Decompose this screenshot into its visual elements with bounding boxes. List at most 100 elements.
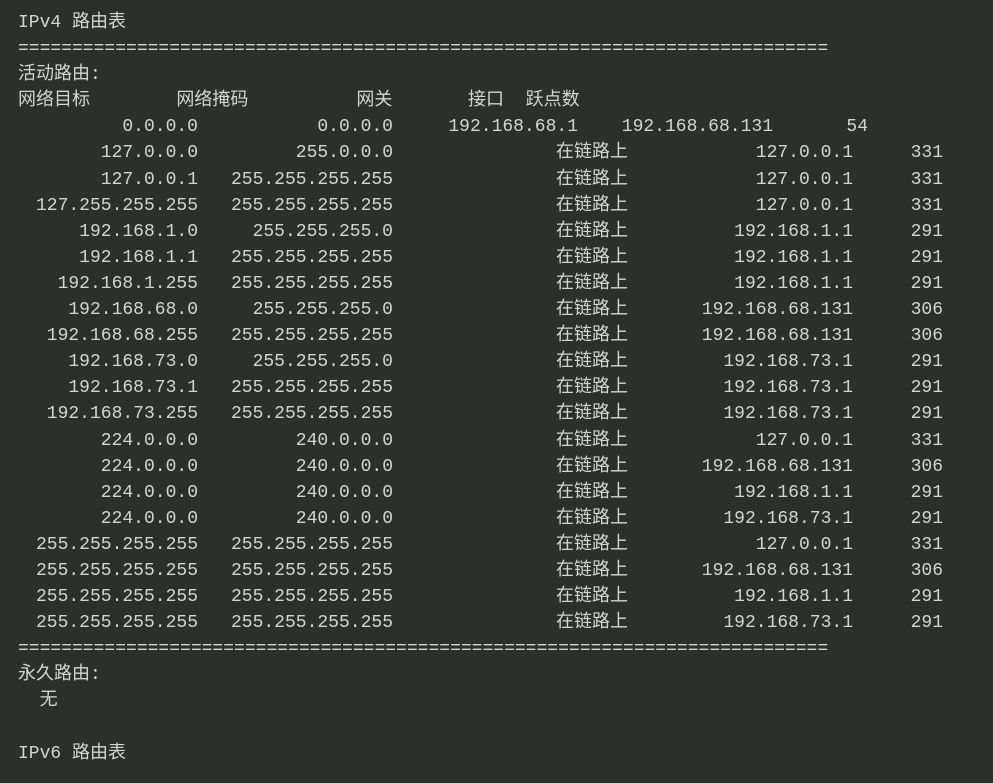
ipv4-title-suffix: 路由表 bbox=[61, 13, 126, 33]
table-row: 192.168.68.255255.255.255.255在链路上192.168… bbox=[18, 323, 975, 349]
route-metric: 291 bbox=[853, 349, 943, 375]
route-interface: 192.168.1.1 bbox=[628, 480, 853, 506]
route-interface: 127.0.0.1 bbox=[628, 428, 853, 454]
route-dest: 192.168.73.255 bbox=[18, 401, 198, 427]
table-row: 127.0.0.1255.255.255.255在链路上127.0.0.1331 bbox=[18, 167, 975, 193]
table-row: 192.168.1.255255.255.255.255在链路上192.168.… bbox=[18, 271, 975, 297]
route-interface: 192.168.68.131 bbox=[578, 114, 773, 140]
route-mask: 255.255.255.255 bbox=[198, 375, 393, 401]
route-dest: 255.255.255.255 bbox=[18, 532, 198, 558]
route-interface: 192.168.73.1 bbox=[628, 349, 853, 375]
table-row: 224.0.0.0240.0.0.0在链路上192.168.1.1291 bbox=[18, 480, 975, 506]
route-metric: 306 bbox=[853, 558, 943, 584]
route-gateway: 在链路上 bbox=[393, 167, 628, 193]
blank-line bbox=[18, 715, 975, 741]
route-mask: 255.255.255.0 bbox=[198, 349, 393, 375]
table-row: 192.168.68.0255.255.255.0在链路上192.168.68.… bbox=[18, 297, 975, 323]
route-dest: 224.0.0.0 bbox=[18, 506, 198, 532]
route-mask: 0.0.0.0 bbox=[198, 114, 393, 140]
route-metric: 306 bbox=[853, 454, 943, 480]
route-interface: 192.168.73.1 bbox=[628, 401, 853, 427]
route-dest: 224.0.0.0 bbox=[18, 428, 198, 454]
route-dest: 192.168.73.1 bbox=[18, 375, 198, 401]
table-row: 192.168.73.0255.255.255.0在链路上192.168.73.… bbox=[18, 349, 975, 375]
route-metric: 291 bbox=[853, 375, 943, 401]
active-routes-label: 活动路由: bbox=[18, 62, 975, 88]
route-mask: 255.255.255.255 bbox=[198, 610, 393, 636]
route-gateway: 在链路上 bbox=[393, 271, 628, 297]
route-dest: 224.0.0.0 bbox=[18, 480, 198, 506]
table-row: 192.168.73.1255.255.255.255在链路上192.168.7… bbox=[18, 375, 975, 401]
route-mask: 255.255.255.255 bbox=[198, 167, 393, 193]
table-row: 127.255.255.255255.255.255.255在链路上127.0.… bbox=[18, 193, 975, 219]
route-mask: 255.255.255.255 bbox=[198, 193, 393, 219]
route-interface: 192.168.68.131 bbox=[628, 454, 853, 480]
route-gateway: 在链路上 bbox=[393, 140, 628, 166]
ipv6-title: IPv6 路由表 bbox=[18, 741, 975, 767]
table-row: 192.168.73.255255.255.255.255在链路上192.168… bbox=[18, 401, 975, 427]
route-dest: 192.168.68.255 bbox=[18, 323, 198, 349]
route-interface: 127.0.0.1 bbox=[628, 167, 853, 193]
route-metric: 291 bbox=[853, 401, 943, 427]
route-interface: 192.168.73.1 bbox=[628, 610, 853, 636]
route-gateway: 在链路上 bbox=[393, 610, 628, 636]
route-interface: 192.168.1.1 bbox=[628, 584, 853, 610]
route-interface: 127.0.0.1 bbox=[628, 532, 853, 558]
permanent-routes-label: 永久路由: bbox=[18, 662, 975, 688]
route-mask: 255.255.255.255 bbox=[198, 271, 393, 297]
route-dest: 224.0.0.0 bbox=[18, 454, 198, 480]
table-row: 0.0.0.00.0.0.0192.168.68.1192.168.68.131… bbox=[18, 114, 975, 140]
route-metric: 54 bbox=[773, 114, 868, 140]
route-metric: 291 bbox=[853, 584, 943, 610]
routes-header: 网络目标 网络掩码 网关 接口 跃点数 bbox=[18, 88, 975, 114]
route-gateway: 在链路上 bbox=[393, 349, 628, 375]
route-metric: 291 bbox=[853, 506, 943, 532]
route-mask: 255.255.255.255 bbox=[198, 558, 393, 584]
table-row: 127.0.0.0255.0.0.0在链路上127.0.0.1331 bbox=[18, 140, 975, 166]
route-gateway: 在链路上 bbox=[393, 428, 628, 454]
route-metric: 291 bbox=[853, 219, 943, 245]
terminal-output: IPv4 路由表 ===============================… bbox=[18, 10, 975, 767]
route-metric: 331 bbox=[853, 167, 943, 193]
route-metric: 331 bbox=[853, 532, 943, 558]
route-mask: 255.255.255.255 bbox=[198, 245, 393, 271]
route-mask: 255.255.255.0 bbox=[198, 219, 393, 245]
route-interface: 192.168.68.131 bbox=[628, 558, 853, 584]
table-row: 255.255.255.255255.255.255.255在链路上192.16… bbox=[18, 558, 975, 584]
route-gateway: 192.168.68.1 bbox=[393, 114, 578, 140]
route-mask: 255.255.255.255 bbox=[198, 532, 393, 558]
route-interface: 192.168.1.1 bbox=[628, 219, 853, 245]
route-gateway: 在链路上 bbox=[393, 219, 628, 245]
route-dest: 192.168.73.0 bbox=[18, 349, 198, 375]
route-gateway: 在链路上 bbox=[393, 532, 628, 558]
route-metric: 291 bbox=[853, 245, 943, 271]
route-metric: 291 bbox=[853, 610, 943, 636]
route-gateway: 在链路上 bbox=[393, 297, 628, 323]
ipv6-title-prefix: IPv6 bbox=[18, 744, 61, 764]
route-interface: 192.168.73.1 bbox=[628, 506, 853, 532]
route-dest: 192.168.68.0 bbox=[18, 297, 198, 323]
route-dest: 0.0.0.0 bbox=[18, 114, 198, 140]
routes-table: 0.0.0.00.0.0.0192.168.68.1192.168.68.131… bbox=[18, 114, 975, 636]
route-metric: 306 bbox=[853, 323, 943, 349]
route-mask: 255.0.0.0 bbox=[198, 140, 393, 166]
route-metric: 331 bbox=[853, 428, 943, 454]
route-dest: 127.0.0.1 bbox=[18, 167, 198, 193]
route-gateway: 在链路上 bbox=[393, 193, 628, 219]
route-gateway: 在链路上 bbox=[393, 245, 628, 271]
route-mask: 240.0.0.0 bbox=[198, 428, 393, 454]
divider-2: ========================================… bbox=[18, 636, 975, 662]
table-row: 224.0.0.0240.0.0.0在链路上192.168.73.1291 bbox=[18, 506, 975, 532]
route-dest: 255.255.255.255 bbox=[18, 584, 198, 610]
route-gateway: 在链路上 bbox=[393, 375, 628, 401]
route-mask: 255.255.255.255 bbox=[198, 401, 393, 427]
route-mask: 240.0.0.0 bbox=[198, 506, 393, 532]
route-interface: 192.168.1.1 bbox=[628, 245, 853, 271]
divider-1: ========================================… bbox=[18, 36, 975, 62]
route-metric: 291 bbox=[853, 271, 943, 297]
ipv4-title-prefix: IPv4 bbox=[18, 13, 61, 33]
route-metric: 331 bbox=[853, 193, 943, 219]
route-dest: 255.255.255.255 bbox=[18, 610, 198, 636]
route-metric: 306 bbox=[853, 297, 943, 323]
route-mask: 240.0.0.0 bbox=[198, 454, 393, 480]
